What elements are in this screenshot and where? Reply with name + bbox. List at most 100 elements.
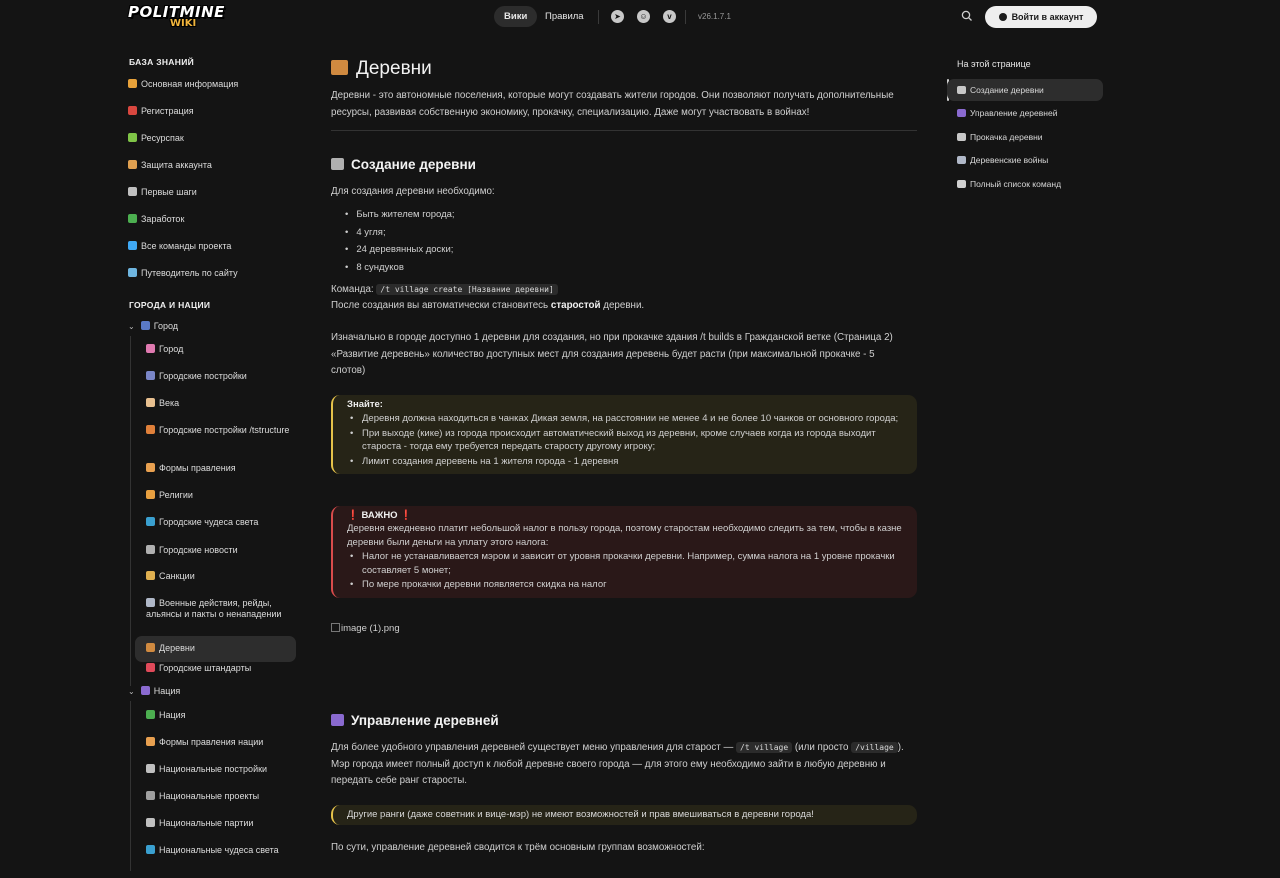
page-title: Деревни <box>331 58 432 80</box>
toc-item[interactable]: Прокачка деревни <box>947 126 1103 148</box>
sidebar-item[interactable]: Ресурспак <box>128 133 298 144</box>
sidebar-subitem[interactable]: Формы правления <box>146 463 296 474</box>
item-icon <box>128 133 137 142</box>
site-logo[interactable]: POLITMINE WIKI <box>128 3 238 33</box>
page-title-text: Деревни <box>356 58 432 79</box>
item-label: Заработок <box>141 214 185 224</box>
sidebar-subitem[interactable]: Национальные постройки <box>146 764 296 775</box>
tree-line-city <box>130 336 131 686</box>
code-create-village: /t village create [Название деревни] <box>376 284 558 295</box>
elder-term: старостой <box>550 300 601 311</box>
item-icon <box>146 598 155 607</box>
sidebar-subitem[interactable]: Религии <box>146 490 296 501</box>
list-item: Налог не устанавливается мэром и зависит… <box>350 550 905 577</box>
item-label: Городские штандарты <box>159 663 252 673</box>
item-label: Городские постройки <box>159 371 247 381</box>
item-label: Первые шаги <box>141 187 197 197</box>
item-icon <box>957 156 966 164</box>
sidebar-subitem[interactable]: Века <box>146 398 296 409</box>
item-label: Религии <box>159 490 193 500</box>
sidebar-subitem[interactable]: Городские штандарты <box>146 663 296 674</box>
house-icon <box>331 60 348 75</box>
logo-subtitle: WIKI <box>170 18 197 29</box>
item-label: Ресурспак <box>141 133 184 143</box>
item-label: Прокачка деревни <box>970 132 1043 142</box>
sidebar-subitem[interactable]: Формы правления нации <box>146 737 296 748</box>
callout-know: Знайте: Деревня должна находиться в чанк… <box>331 395 917 474</box>
sidebar-subitem[interactable]: Городские постройки /tstructure <box>146 425 296 436</box>
item-label: Город <box>159 344 184 354</box>
code-village: /t village <box>736 742 793 753</box>
item-icon <box>146 344 155 353</box>
section-knowledge-base: БАЗА ЗНАНИЙ <box>129 57 195 67</box>
after-text-c: деревни. <box>600 300 645 311</box>
group-nation-label: Нация <box>153 686 181 696</box>
item-label: Национальные постройки <box>159 764 268 774</box>
group-city[interactable]: ⌄ Город <box>128 321 298 332</box>
city-group-icon <box>140 321 150 330</box>
toc-item[interactable]: Управление деревней <box>947 102 1103 124</box>
sidebar-item[interactable]: Все команды проекта <box>128 241 298 252</box>
group-nation[interactable]: ⌄ Нация <box>128 686 298 697</box>
vk-icon[interactable]: v <box>663 10 676 23</box>
nav-rules[interactable]: Правила <box>535 6 594 27</box>
item-label: Городские чудеса света <box>159 517 259 527</box>
list-item: 4 угля; <box>345 224 455 242</box>
item-label: Управление деревней <box>970 108 1058 118</box>
sidebar-item[interactable]: Заработок <box>128 214 298 225</box>
toc-item[interactable]: Создание деревни <box>947 79 1103 101</box>
item-icon <box>128 106 137 115</box>
sidebar: БАЗА ЗНАНИЙ Основная информация Регистрац… <box>128 48 303 878</box>
heading-manage-village: Управление деревней <box>331 713 499 728</box>
search-icon[interactable] <box>961 10 974 23</box>
discord-icon[interactable]: ☺ <box>637 10 650 23</box>
sidebar-subitem[interactable]: Городские постройки <box>146 371 296 382</box>
item-icon <box>146 643 155 652</box>
sidebar-item[interactable]: Путеводитель по сайту <box>128 268 298 279</box>
sidebar-subitem[interactable]: Нация <box>146 710 296 721</box>
sidebar-item[interactable]: Первые шаги <box>128 187 298 198</box>
sidebar-subitem[interactable]: Город <box>146 344 296 355</box>
callout-important-list: Налог не устанавливается мэром и зависит… <box>350 550 905 592</box>
item-label: Военные действия, рейды, альянсы и пакты… <box>146 598 282 619</box>
nav-wiki[interactable]: Вики <box>494 6 538 27</box>
sidebar-subitem[interactable]: Санкции <box>146 571 296 582</box>
sidebar-subitem[interactable]: Национальные чудеса света <box>146 845 296 856</box>
item-label: Городские постройки /tstructure <box>159 425 290 435</box>
sidebar-subitem[interactable]: Деревни <box>135 636 296 662</box>
item-icon <box>146 737 155 746</box>
sidebar-item[interactable]: Основная информация <box>128 79 298 90</box>
heading-create-village: Создание деревни <box>331 157 476 172</box>
item-label: Формы правления нации <box>159 737 264 747</box>
list-item: 8 сундуков <box>345 259 455 277</box>
sidebar-subitem[interactable]: Городские чудеса света <box>146 517 296 528</box>
broken-image: image (1).png <box>331 623 400 634</box>
hammer-icon <box>331 158 344 170</box>
item-label: Национальные проекты <box>159 791 260 801</box>
item-label: Формы правления <box>159 463 236 473</box>
sidebar-item[interactable]: Регистрация <box>128 106 298 117</box>
divider <box>331 130 917 131</box>
login-button[interactable]: Войти в аккаунт <box>985 6 1097 28</box>
telegram-icon[interactable]: ➤ <box>611 10 624 23</box>
command-label: Команда: <box>331 284 374 295</box>
sidebar-subitem[interactable]: Национальные партии <box>146 818 296 829</box>
sidebar-subitem[interactable]: Национальные проекты <box>146 791 296 802</box>
sidebar-item[interactable]: Защита аккаунта <box>128 160 298 171</box>
item-icon <box>146 545 155 554</box>
toc-item[interactable]: Полный список команд <box>947 173 1103 195</box>
item-icon <box>128 214 137 223</box>
nav-divider <box>598 10 599 24</box>
item-icon <box>146 710 155 719</box>
version-label: v26.1.7.1 <box>698 12 731 21</box>
sidebar-subitem[interactable]: Городские новости <box>146 545 296 556</box>
after-create-text: После создания вы автоматически становит… <box>331 298 911 315</box>
item-icon <box>146 463 155 472</box>
sidebar-subitem[interactable]: Военные действия, рейды, альянсы и пакты… <box>146 598 296 620</box>
exclamation-icon: ❗ <box>347 510 359 521</box>
requirements-list: Быть жителем города; 4 угля; 24 деревянн… <box>345 206 455 277</box>
callout-important-title: ❗ ВАЖНО ❗ <box>347 509 905 522</box>
toc-item[interactable]: Деревенские войны <box>947 149 1103 171</box>
tree-line-nation <box>130 701 131 871</box>
list-item: При выходе (кике) из города происходит а… <box>350 427 905 454</box>
